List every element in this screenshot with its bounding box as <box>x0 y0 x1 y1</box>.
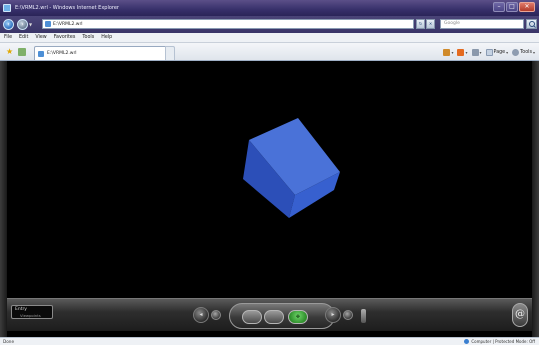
menu-bar: File Edit View Favorites Tools Help <box>0 33 539 43</box>
vrml-control-bar: Entry Viewpoints ◂ ✥ ▸ @ <box>7 298 532 331</box>
refresh-button[interactable]: ↻ <box>416 19 425 29</box>
ie-app-icon <box>3 4 11 12</box>
viewpoint-list-label: Viewpoints <box>20 313 41 318</box>
study-mode-button[interactable]: ✥ <box>288 310 308 324</box>
page-icon <box>485 48 493 56</box>
feeds-icon <box>457 48 465 56</box>
navigation-mode-pod: ✥ <box>229 303 335 329</box>
address-bar[interactable]: E:\VRML2.wrl <box>42 19 414 29</box>
page-menu-label: Page <box>493 49 506 55</box>
navigation-bar: ‹ › ▼ E:\VRML2.wrl ↻ ✕ Google <box>0 16 539 33</box>
menu-edit[interactable]: Edit <box>19 35 28 40</box>
viewpoint-selector[interactable]: Entry Viewpoints <box>11 305 53 319</box>
add-favorites-icon[interactable] <box>18 48 26 56</box>
page-icon <box>45 21 51 27</box>
viewpoint-label: Entry <box>15 307 27 312</box>
print-icon <box>471 48 479 56</box>
tab-vrml2[interactable]: E:\VRML2.wrl <box>34 46 174 60</box>
window-controls: – □ ✕ <box>493 2 535 12</box>
command-buttons: ▾ ▾ ▾ Page ▾ Tools ▾ <box>443 47 535 57</box>
forward-button[interactable]: › <box>17 19 28 30</box>
menu-view[interactable]: View <box>35 35 46 40</box>
tab-page-icon <box>38 50 44 57</box>
window-title: E:\VRML2.wrl - Windows Internet Explorer <box>15 5 119 11</box>
gear-icon <box>512 48 520 56</box>
tab-label: E:\VRML2.wrl <box>47 51 77 56</box>
home-button[interactable]: ▾ <box>443 48 453 56</box>
next-viewpoint-button[interactable]: ▸ <box>325 307 341 323</box>
scene-canvas <box>243 118 340 218</box>
tab-command-bar: ★ E:\VRML2.wrl ▾ ▾ ▾ Page ▾ Tools ▾ <box>0 43 539 61</box>
straighten-button[interactable] <box>211 310 221 320</box>
close-button[interactable]: ✕ <box>519 2 535 12</box>
status-bar: Done Computer | Protected Mode: Off <box>0 337 539 345</box>
feeds-button[interactable]: ▾ <box>457 48 468 56</box>
new-tab-button[interactable] <box>165 46 175 60</box>
frame-right <box>532 61 539 337</box>
menu-file[interactable]: File <box>4 35 12 40</box>
search-input[interactable]: Google <box>440 19 524 29</box>
back-button[interactable]: ‹ <box>3 19 14 30</box>
address-text: E:\VRML2.wrl <box>53 21 83 27</box>
menu-favorites[interactable]: Favorites <box>54 35 76 40</box>
status-text: Done <box>3 339 15 344</box>
vrml-viewport[interactable] <box>7 61 532 298</box>
tools-menu-button[interactable]: Tools ▾ <box>512 48 535 56</box>
zone-label: Computer | Protected Mode: Off <box>471 339 535 344</box>
recent-pages-dropdown[interactable]: ▼ <box>29 21 34 29</box>
speed-slider-handle[interactable] <box>361 309 366 323</box>
tools-menu-label: Tools <box>520 49 532 55</box>
restore-button[interactable] <box>343 310 353 320</box>
frame-left <box>0 61 7 337</box>
minimize-button[interactable]: – <box>493 2 505 12</box>
computer-zone-icon <box>464 339 470 344</box>
search-icon[interactable] <box>526 19 537 29</box>
previous-viewpoint-button[interactable]: ◂ <box>193 307 209 323</box>
security-zone[interactable]: Computer | Protected Mode: Off <box>464 339 535 344</box>
address-actions: ↻ ✕ <box>416 19 436 29</box>
viewer-logo-icon[interactable]: @ <box>512 303 528 327</box>
home-icon <box>443 48 451 56</box>
walk-mode-button[interactable] <box>242 310 262 324</box>
menu-tools[interactable]: Tools <box>82 35 94 40</box>
favorites-star-icon[interactable]: ★ <box>6 48 14 56</box>
window-title-bar: E:\VRML2.wrl - Windows Internet Explorer… <box>0 0 539 16</box>
menu-help[interactable]: Help <box>101 35 112 40</box>
stop-button[interactable]: ✕ <box>426 19 435 29</box>
maximize-button[interactable]: □ <box>506 2 518 12</box>
page-menu-button[interactable]: Page ▾ <box>485 48 508 56</box>
print-button[interactable]: ▾ <box>471 48 482 56</box>
fly-mode-button[interactable] <box>264 310 284 324</box>
search-placeholder: Google <box>444 21 460 26</box>
